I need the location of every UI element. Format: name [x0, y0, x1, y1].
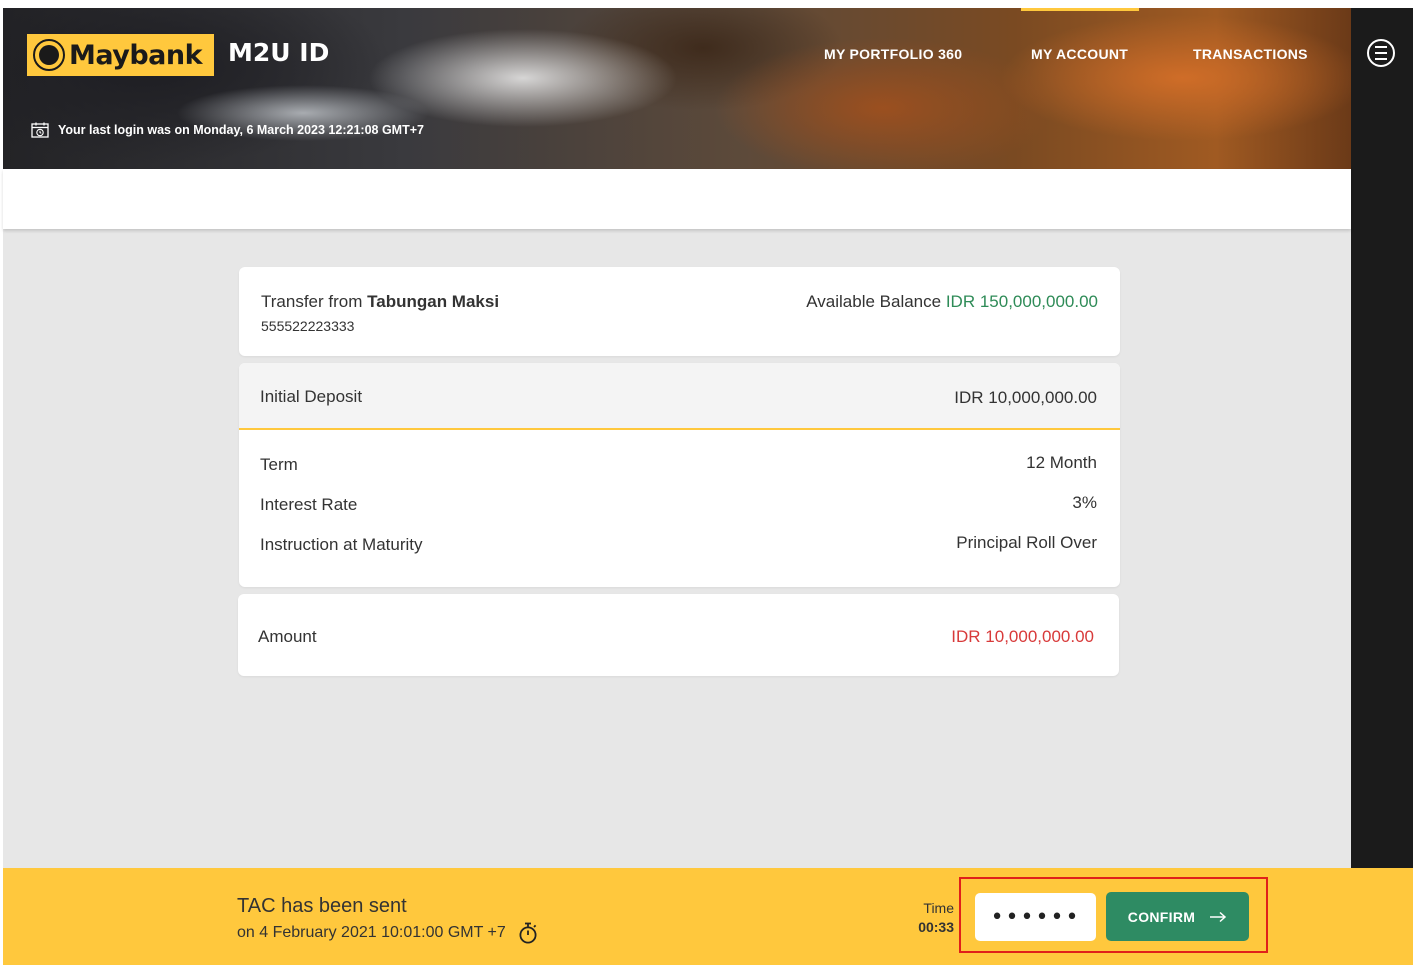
amount-label: Amount [258, 627, 317, 646]
available-balance-value: IDR 150,000,000.00 [945, 292, 1098, 311]
initial-deposit-row: Initial Deposit IDR 10,000,000.00 [239, 363, 1120, 430]
interest-rate-label: Interest Rate [260, 495, 358, 514]
amount-card: Amount IDR 10,000,000.00 [238, 594, 1119, 676]
transfer-from-line: Transfer from Tabungan Maksi [261, 292, 499, 312]
nav-transactions[interactable]: TRANSACTIONS [1193, 46, 1308, 62]
tac-input[interactable] [975, 893, 1096, 941]
app-title: M2U ID [228, 38, 330, 67]
time-label: Time [923, 900, 954, 916]
maybank-logo[interactable]: Maybank [27, 34, 214, 76]
time-countdown: 00:33 [918, 919, 954, 935]
tac-sent-info: on 4 February 2021 10:01:00 GMT +7 [237, 922, 538, 944]
available-balance-label: Available Balance [806, 292, 942, 311]
available-balance-line: Available Balance IDR 150,000,000.00 [806, 292, 1098, 312]
source-account-name: Tabungan Maksi [367, 292, 500, 311]
term-value: 12 Month [1026, 453, 1097, 472]
source-account-card: Transfer from Tabungan Maksi 55552222333… [239, 267, 1120, 356]
interest-rate-value: 3% [1072, 493, 1097, 512]
hamburger-menu-icon[interactable] [1367, 39, 1395, 67]
tac-status-title: TAC has been sent [237, 895, 407, 917]
calendar-clock-icon [31, 122, 49, 138]
tiger-emblem-icon [33, 39, 65, 71]
confirm-button[interactable]: CONFIRM [1106, 892, 1249, 941]
tac-sent-date: on 4 February 2021 10:01:00 GMT +7 [237, 924, 506, 941]
confirm-button-label: CONFIRM [1127, 908, 1196, 925]
arrow-right-icon [1210, 911, 1227, 922]
initial-deposit-label: Initial Deposit [260, 387, 363, 406]
brand-name: Maybank [69, 39, 203, 71]
header-banner [3, 8, 1351, 169]
maturity-instruction-label: Instruction at Maturity [260, 535, 423, 554]
nav-my-portfolio-360[interactable]: MY PORTFOLIO 360 [824, 46, 962, 62]
transfer-from-label: Transfer from [261, 292, 363, 311]
amount-value: IDR 10,000,000.00 [951, 627, 1094, 646]
stopwatch-icon [519, 922, 537, 944]
last-login-info: Your last login was on Monday, 6 March 2… [31, 122, 424, 138]
active-tab-indicator [1021, 8, 1139, 11]
last-login-text: Your last login was on Monday, 6 March 2… [58, 123, 424, 137]
nav-my-account[interactable]: MY ACCOUNT [1031, 46, 1128, 62]
term-label: Term [260, 455, 298, 474]
deposit-details-card: Initial Deposit IDR 10,000,000.00 Term 1… [239, 363, 1120, 587]
initial-deposit-value: IDR 10,000,000.00 [954, 388, 1097, 407]
right-rail [1351, 8, 1413, 868]
source-account-number: 555522223333 [261, 318, 355, 334]
subheader-strip [3, 169, 1351, 229]
maturity-instruction-value: Principal Roll Over [956, 533, 1097, 552]
